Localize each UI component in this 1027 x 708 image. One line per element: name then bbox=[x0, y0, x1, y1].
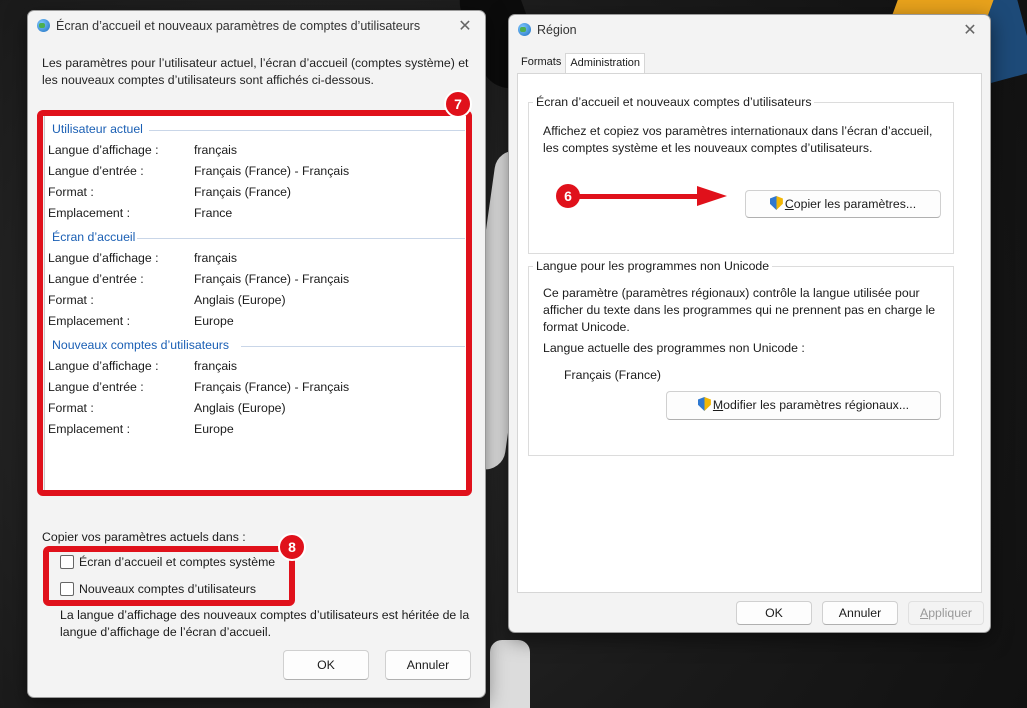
change-system-locale-button[interactable]: Modifier les paramètres régionaux... bbox=[666, 391, 941, 420]
current-language-label: Langue actuelle des programmes non Unico… bbox=[543, 341, 805, 355]
wallpaper-shape bbox=[490, 640, 530, 708]
close-icon[interactable]: ✕ bbox=[455, 16, 475, 36]
group-description: Ce paramètre (paramètres régionaux) cont… bbox=[543, 286, 936, 334]
tab-strip: Formats Administration bbox=[517, 53, 646, 74]
apply-button[interactable]: Appliquer bbox=[908, 601, 984, 625]
region-dialog: Région ✕ Formats Administration Écran d’… bbox=[508, 14, 991, 633]
annotation-badge-7: 7 bbox=[444, 90, 472, 118]
administration-panel: Écran d’accueil et nouveaux comptes d’ut… bbox=[517, 73, 982, 593]
tab-administration[interactable]: Administration bbox=[565, 53, 646, 74]
close-icon[interactable]: ✕ bbox=[960, 20, 980, 40]
copy-settings-button[interactable]: Copier les paramètres... bbox=[745, 190, 941, 218]
annotation-box-8 bbox=[43, 546, 295, 606]
tab-formats[interactable]: Formats bbox=[517, 53, 565, 73]
group-title: Langue pour les programmes non Unicode bbox=[533, 259, 773, 273]
arrow-icon bbox=[578, 194, 698, 199]
group-title: Écran d’accueil et nouveaux comptes d’ut… bbox=[533, 95, 815, 109]
ok-button[interactable]: OK bbox=[283, 650, 369, 680]
inheritance-note: La langue d’affichage des nouveaux compt… bbox=[60, 608, 470, 639]
window-title: Région bbox=[537, 23, 577, 37]
intro-text: Les paramètres pour l’utilisateur actuel… bbox=[42, 56, 469, 87]
copy-settings-label: Copier vos paramètres actuels dans : bbox=[42, 530, 246, 544]
title-bar[interactable]: Écran d’accueil et nouveaux paramètres d… bbox=[28, 11, 485, 41]
current-language-value: Français (France) bbox=[564, 368, 662, 382]
welcome-screen-group: Écran d’accueil et nouveaux comptes d’ut… bbox=[528, 95, 954, 254]
globe-icon bbox=[517, 22, 533, 38]
globe-icon bbox=[36, 18, 52, 34]
shield-icon bbox=[698, 397, 711, 411]
window-title: Écran d’accueil et nouveaux paramètres d… bbox=[56, 19, 421, 33]
shield-icon bbox=[770, 196, 783, 210]
group-description: Affichez et copiez vos paramètres intern… bbox=[543, 124, 933, 155]
cancel-button[interactable]: Annuler bbox=[822, 601, 898, 625]
non-unicode-group: Langue pour les programmes non Unicode C… bbox=[528, 259, 954, 456]
annotation-box-7 bbox=[37, 110, 472, 496]
arrow-icon bbox=[697, 186, 727, 206]
title-bar[interactable]: Région ✕ bbox=[509, 15, 990, 45]
annotation-badge-8: 8 bbox=[278, 533, 306, 561]
ok-button[interactable]: OK bbox=[736, 601, 812, 625]
cancel-button[interactable]: Annuler bbox=[385, 650, 471, 680]
